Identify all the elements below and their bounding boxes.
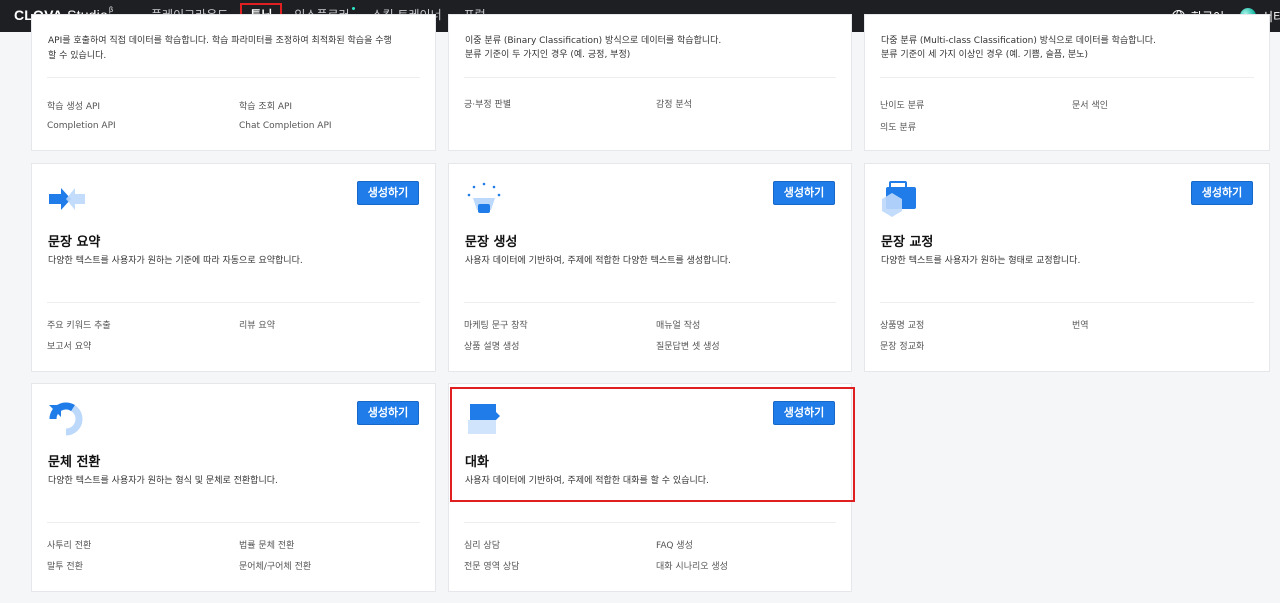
card-correction: 생성하기 문장 교정 다양한 텍스트를 사용자가 원하는 형태로 교정합니다. … — [864, 163, 1270, 372]
use-case-tag: 심리 상담 — [464, 541, 500, 551]
use-case-tag: 말투 전환 — [47, 562, 83, 572]
use-case-tag: 마케팅 문구 창작 — [464, 321, 528, 331]
card-desc: 다양한 텍스트를 사용자가 원하는 기준에 따라 자동으로 요약합니다. — [48, 256, 303, 266]
arrows-summary-icon — [47, 181, 87, 217]
divider — [464, 522, 836, 523]
use-case-tag: 학습 생성 API — [47, 102, 101, 112]
use-case-tag: 법률 문체 전환 — [239, 541, 295, 551]
card-binary-classification: 이중 분류 (Binary Classification) 방식으로 데이터를 … — [448, 14, 852, 151]
refresh-icon — [47, 401, 87, 437]
card-generation: 생성하기 문장 생성 사용자 데이터에 기반하여, 주제에 적합한 다양한 텍스… — [448, 163, 852, 372]
card-desc: 분류 기준이 세 가지 이상인 경우 (예. 기쁨, 슬픔, 분노) — [881, 50, 1088, 60]
card-desc: 할 수 있습니다. — [48, 51, 107, 61]
card-desc: 사용자 데이터에 기반하여, 주제에 적합한 대화를 할 수 있습니다. — [465, 476, 709, 486]
use-case-tag: 주요 키워드 추출 — [47, 321, 111, 331]
use-case-tag: 질문답변 셋 생성 — [656, 342, 720, 352]
use-case-tag: 매뉴얼 작성 — [656, 321, 701, 331]
use-case-tag: 문서 색인 — [1072, 101, 1108, 111]
use-case-tag: FAQ 생성 — [656, 541, 693, 551]
use-case-tag: Chat Completion API — [239, 121, 332, 131]
create-button[interactable]: 생성하기 — [357, 401, 419, 425]
divider — [47, 77, 420, 78]
use-case-tag: 번역 — [1072, 321, 1089, 331]
card-conversation: 생성하기 대화 사용자 데이터에 기반하여, 주제에 적합한 대화를 할 수 있… — [448, 383, 852, 592]
use-case-tag: 상품 설명 생성 — [464, 342, 520, 352]
card-desc: 이중 분류 (Binary Classification) 방식으로 데이터를 … — [465, 36, 722, 46]
toolbox-icon — [880, 181, 920, 217]
divider — [880, 302, 1254, 303]
card-desc: 다양한 텍스트를 사용자가 원하는 형태로 교정합니다. — [881, 256, 1081, 266]
card-desc: 분류 기준이 두 가지인 경우 (예. 긍정, 부정) — [465, 50, 631, 60]
card-title: 문장 요약 — [48, 235, 101, 250]
use-case-tag: 사투리 전환 — [47, 541, 92, 551]
card-desc: 다중 분류 (Multi-class Classification) 방식으로 … — [881, 36, 1156, 46]
card-title: 문체 전환 — [48, 455, 101, 470]
use-case-tag: 의도 분류 — [880, 123, 916, 133]
chat-bubble-icon — [464, 401, 504, 437]
create-button[interactable]: 생성하기 — [773, 401, 835, 425]
card-api-tuning: API를 호출하여 직접 데이터를 학습합니다. 학습 파라미터를 조정하여 최… — [31, 14, 436, 151]
card-desc: 다양한 텍스트를 사용자가 원하는 형식 및 문체로 전환합니다. — [48, 476, 278, 486]
lightbulb-icon — [464, 181, 504, 217]
create-button[interactable]: 생성하기 — [1191, 181, 1253, 205]
new-dot-icon — [351, 7, 355, 10]
use-case-tag: 문어체/구어체 전환 — [239, 562, 312, 572]
divider — [880, 77, 1254, 78]
divider — [47, 302, 420, 303]
use-case-tag: Completion API — [47, 121, 116, 131]
card-desc: API를 호출하여 직접 데이터를 학습합니다. 학습 파라미터를 조정하여 최… — [48, 36, 392, 46]
divider — [464, 302, 836, 303]
create-button[interactable]: 생성하기 — [773, 181, 835, 205]
use-case-tag: 상품명 교정 — [880, 321, 925, 331]
divider — [464, 77, 836, 78]
use-case-tag: 전문 영역 상담 — [464, 562, 520, 572]
card-title: 문장 교정 — [881, 235, 934, 250]
create-button[interactable]: 생성하기 — [357, 181, 419, 205]
card-summary: 생성하기 문장 요약 다양한 텍스트를 사용자가 원하는 기준에 따라 자동으로… — [31, 163, 436, 372]
divider — [47, 522, 420, 523]
use-case-tag: 문장 정교화 — [880, 342, 925, 352]
use-case-tag: 학습 조회 API — [239, 102, 293, 112]
use-case-tag: 난이도 분류 — [880, 101, 925, 111]
card-title: 대화 — [465, 455, 489, 470]
card-title: 문장 생성 — [465, 235, 518, 250]
card-desc: 사용자 데이터에 기반하여, 주제에 적합한 다양한 텍스트를 생성합니다. — [465, 256, 731, 266]
use-case-tag: 리뷰 요약 — [239, 321, 275, 331]
use-case-tag: 대화 시나리오 생성 — [656, 562, 728, 572]
use-case-tag: 감정 분석 — [656, 100, 692, 110]
card-style-transfer: 생성하기 문체 전환 다양한 텍스트를 사용자가 원하는 형식 및 문체로 전환… — [31, 383, 436, 592]
use-case-tag: 긍·부정 판별 — [464, 100, 512, 110]
card-multiclass-classification: 다중 분류 (Multi-class Classification) 방식으로 … — [864, 14, 1270, 151]
use-case-tag: 보고서 요약 — [47, 342, 92, 352]
